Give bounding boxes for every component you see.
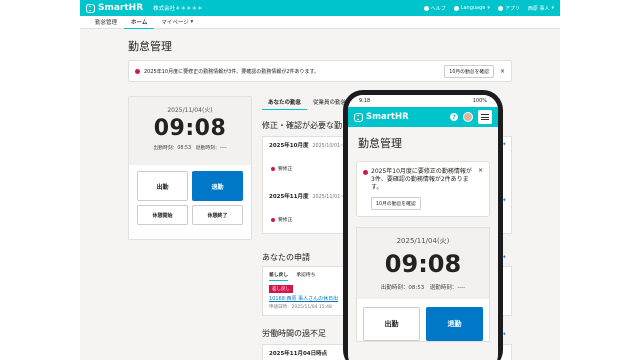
clock-time: 09:08 — [153, 116, 227, 141]
phone-header-actions: ? — [450, 110, 492, 124]
phone-clock-display: 2025/11/04(火) 09:08 出勤時刻：08:53 退勤時刻：---- — [357, 228, 489, 299]
overtime-title: 労働時間の過不足 — [262, 329, 326, 338]
check-october-button[interactable]: 10月の勤怠を確認 — [444, 64, 494, 78]
logo-text: SmartHR — [98, 3, 144, 13]
user-name: 西原 事人 — [527, 5, 550, 12]
fix-row-range: 2025/11/01～ — [312, 195, 345, 200]
returned-badge: 差し戻し — [269, 285, 293, 293]
subnav-home[interactable]: ホーム — [124, 16, 155, 29]
page-title: 勤怠管理 — [128, 40, 172, 53]
phone-clock-buttons: 出勤 退勤 — [357, 299, 489, 341]
subnav-mypage-label: マイページ — [161, 20, 189, 26]
phone-mockup: 9:18 100% SmartHR ? 勤怠管理 2025年10月度に要修正の勤… — [343, 90, 503, 360]
menu-line — [481, 114, 489, 115]
header-actions: ヘルプ Language ▾ アプリ 西原 事人 ▾ — [423, 5, 554, 12]
phone-clock-card: 2025/11/04(火) 09:08 出勤時刻：08:53 退勤時刻：----… — [356, 227, 490, 342]
phone-clock-meta: 出勤時刻：08:53 退勤時刻：---- — [380, 285, 466, 291]
clock-out-time: 退勤時刻：---- — [195, 146, 227, 151]
fix-row-month: 2025年11月度 — [269, 194, 309, 200]
phone-status-bar: 9:18 100% — [348, 95, 498, 107]
close-icon[interactable]: × — [500, 68, 505, 75]
sub-navigation: 勤怠管理 ホーム マイページ ▾ — [80, 16, 560, 29]
tab-pending[interactable]: 承認待ち — [296, 271, 315, 281]
close-icon[interactable]: × — [478, 167, 483, 174]
subnav-attendance[interactable]: 勤怠管理 — [88, 16, 124, 29]
clock-meta: 出勤時刻：08:53 退勤時刻：---- — [129, 144, 251, 151]
apps-menu[interactable]: アプリ — [497, 5, 520, 12]
help-label: ヘルプ — [430, 5, 446, 12]
phone-clock-out-button[interactable]: 退勤 — [426, 307, 483, 341]
help-link[interactable]: ヘルプ — [423, 5, 446, 12]
app-frame: SmartHR 株式会社＊＊＊＊＊ ヘルプ Language ▾ アプリ 西原 … — [80, 0, 560, 360]
clock-date: 2025/11/04(火) — [167, 107, 213, 114]
menu-icon[interactable] — [478, 110, 492, 124]
tab-returned[interactable]: 差し戻し — [269, 271, 289, 281]
alert-banner: 2025年10月度に要修正の勤務情報が3件、要確認の勤務情報が2件あります。 1… — [128, 60, 512, 82]
phone-alert: 2025年10月度に要修正の勤務情報が3件、要確認の勤務情報が2件あります。 ×… — [356, 161, 490, 217]
menu-line — [481, 119, 489, 120]
break-start-button[interactable]: 休憩開始 — [137, 205, 188, 225]
phone-screen: 9:18 100% SmartHR ? 勤怠管理 2025年10月度に要修正の勤… — [348, 95, 498, 360]
fix-section-title: 修正・確認が必要な勤 — [262, 121, 342, 130]
logo-icon — [86, 3, 95, 13]
time-clock-card: 2025/11/04(火) 09:08 出勤時刻：08:53 退勤時刻：----… — [128, 96, 252, 240]
phone-page-title: 勤怠管理 — [358, 137, 402, 150]
phone-check-october-button[interactable]: 10月の勤怠を確認 — [371, 197, 421, 210]
phone-clock-in-button[interactable]: 出勤 — [363, 307, 420, 341]
help-icon — [423, 5, 429, 11]
smarthr-logo[interactable]: SmartHR — [86, 3, 143, 13]
clock-in-time: 出勤時刻：08:53 — [153, 146, 192, 151]
user-menu[interactable]: 西原 事人 ▾ — [528, 5, 554, 12]
requests-title: あなたの申請 — [262, 253, 310, 262]
apps-label: アプリ — [504, 5, 520, 12]
help-icon[interactable]: ? — [450, 113, 458, 121]
status-label: 要修正 — [278, 167, 293, 172]
error-icon — [135, 68, 140, 74]
smarthr-logo[interactable]: SmartHR — [354, 112, 409, 122]
language-label: Language — [460, 5, 486, 11]
status-time: 9:18 — [359, 98, 371, 104]
error-icon — [271, 166, 275, 171]
clock-buttons: 出勤 退勤 休憩開始 休憩終了 — [129, 165, 251, 231]
company-name: 株式会社＊＊＊＊＊ — [153, 6, 203, 12]
alert-message: 2025年10月度に要修正の勤務情報が3件、要確認の勤務情報が2件あります。 — [144, 68, 319, 75]
tab-my-attendance[interactable]: あなたの勤怠 — [262, 96, 308, 110]
clock-in-button[interactable]: 出勤 — [137, 171, 188, 201]
status-label: 要修正 — [278, 218, 293, 223]
phone-clock-date: 2025/11/04(火) — [396, 237, 450, 245]
phone-alert-message: 2025年10月度に要修正の勤務情報が3件、要確認の勤務情報が2件あります。 — [363, 168, 483, 192]
fix-row-month: 2025年10月度 — [269, 143, 309, 149]
phone-header: SmartHR ? — [348, 107, 498, 127]
subnav-mypage[interactable]: マイページ ▾ — [154, 16, 200, 29]
error-icon — [271, 217, 275, 222]
phone-clock-time: 09:08 — [384, 250, 462, 278]
apps-icon — [497, 5, 503, 11]
fix-row-range: 2025/10/01～ — [312, 144, 345, 149]
logo-icon — [354, 112, 363, 122]
menu-line — [481, 116, 489, 118]
avatar[interactable] — [463, 112, 473, 122]
top-bar: SmartHR 株式会社＊＊＊＊＊ ヘルプ Language ▾ アプリ 西原 … — [80, 0, 560, 16]
globe-icon — [453, 5, 459, 11]
language-menu[interactable]: Language ▾ — [453, 5, 490, 11]
break-end-button[interactable]: 休憩終了 — [192, 205, 243, 225]
clock-out-button[interactable]: 退勤 — [192, 171, 243, 201]
battery-status: 100% — [472, 98, 487, 104]
attendance-tabs: あなたの勤怠 従業員の勤怠 — [262, 96, 352, 110]
clock-display: 2025/11/04(火) 09:08 出勤時刻：08:53 退勤時刻：---- — [129, 97, 251, 165]
logo-text: SmartHR — [366, 112, 409, 122]
